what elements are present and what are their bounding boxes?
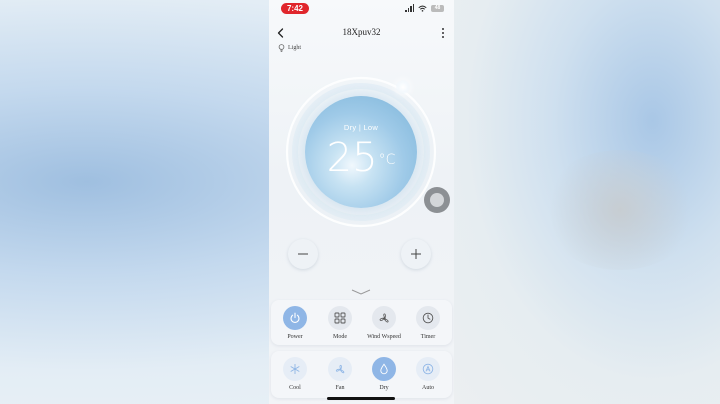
grid-icon	[334, 312, 346, 324]
power-button[interactable]: Power	[275, 306, 315, 340]
fan-icon	[335, 364, 344, 373]
wind-speed-button[interactable]: Wind Wspeed	[364, 306, 404, 340]
status-bar: 7:42 48	[269, 0, 454, 16]
mode-button[interactable]: Mode	[320, 306, 360, 340]
more-menu-icon[interactable]	[440, 27, 446, 39]
assistive-touch-button[interactable]	[424, 187, 450, 213]
timer-circle	[416, 306, 440, 330]
auto-mode-button[interactable]: Auto	[408, 357, 448, 391]
back-arrow-icon[interactable]	[274, 26, 288, 40]
chevron-down-icon[interactable]	[351, 289, 371, 295]
control-panel: Power Mode Wind Wspeed Timer	[271, 300, 452, 345]
power-circle	[283, 306, 307, 330]
signal-icon	[405, 4, 414, 12]
mode-label: Mode	[333, 334, 347, 340]
header: 18Xpuv32	[269, 24, 454, 42]
fan-circle	[328, 357, 352, 381]
auto-icon	[422, 363, 434, 375]
bulb-icon	[278, 44, 285, 52]
auto-circle	[416, 357, 440, 381]
dry-mode-button[interactable]: Dry	[364, 357, 404, 391]
minus-icon	[298, 253, 308, 255]
snowflake-icon	[290, 364, 300, 374]
device-title: 18Xpuv32	[342, 27, 381, 37]
timer-label: Timer	[420, 334, 436, 340]
light-toggle[interactable]: Light	[278, 44, 301, 52]
wind-speed-circle	[372, 306, 396, 330]
battery-icon: 48	[431, 4, 444, 12]
light-label: Light	[288, 45, 301, 51]
temperature-display: 25°C	[305, 136, 417, 180]
fan-mode-button[interactable]: Fan	[320, 357, 360, 391]
wind-speed-label: Wind Wspeed	[367, 334, 401, 340]
cool-mode-button[interactable]: Cool	[275, 357, 315, 391]
dry-circle	[372, 357, 396, 381]
wifi-icon	[418, 5, 427, 12]
home-indicator[interactable]	[327, 397, 395, 400]
status-icons: 48	[405, 4, 444, 12]
increase-temp-button[interactable]	[401, 239, 431, 269]
dial-knob[interactable]	[396, 80, 410, 94]
clock-icon	[422, 312, 434, 324]
temperature-dial[interactable]: Dry | Low 25°C	[281, 72, 441, 232]
cool-circle	[283, 357, 307, 381]
mode-speed-text: Dry | Low	[343, 123, 379, 132]
mode-circle	[328, 306, 352, 330]
cool-label: Cool	[289, 385, 301, 391]
power-label: Power	[287, 334, 303, 340]
fan-speed-icon	[379, 313, 389, 322]
status-time: 7:42	[281, 3, 309, 14]
temperature-orb: Dry | Low 25°C	[305, 96, 417, 208]
plus-icon	[411, 249, 421, 259]
power-icon	[290, 312, 300, 323]
timer-button[interactable]: Timer	[408, 306, 448, 340]
temperature-value: 25	[326, 135, 378, 181]
droplet-icon	[380, 363, 388, 375]
fan-label: Fan	[335, 385, 345, 391]
dry-label: Dry	[379, 385, 389, 391]
mode-panel: Cool Fan Dry Auto	[271, 351, 452, 398]
temperature-unit: °C	[378, 152, 396, 168]
background-blob	[540, 150, 700, 270]
auto-label: Auto	[422, 385, 434, 391]
decrease-temp-button[interactable]	[288, 239, 318, 269]
